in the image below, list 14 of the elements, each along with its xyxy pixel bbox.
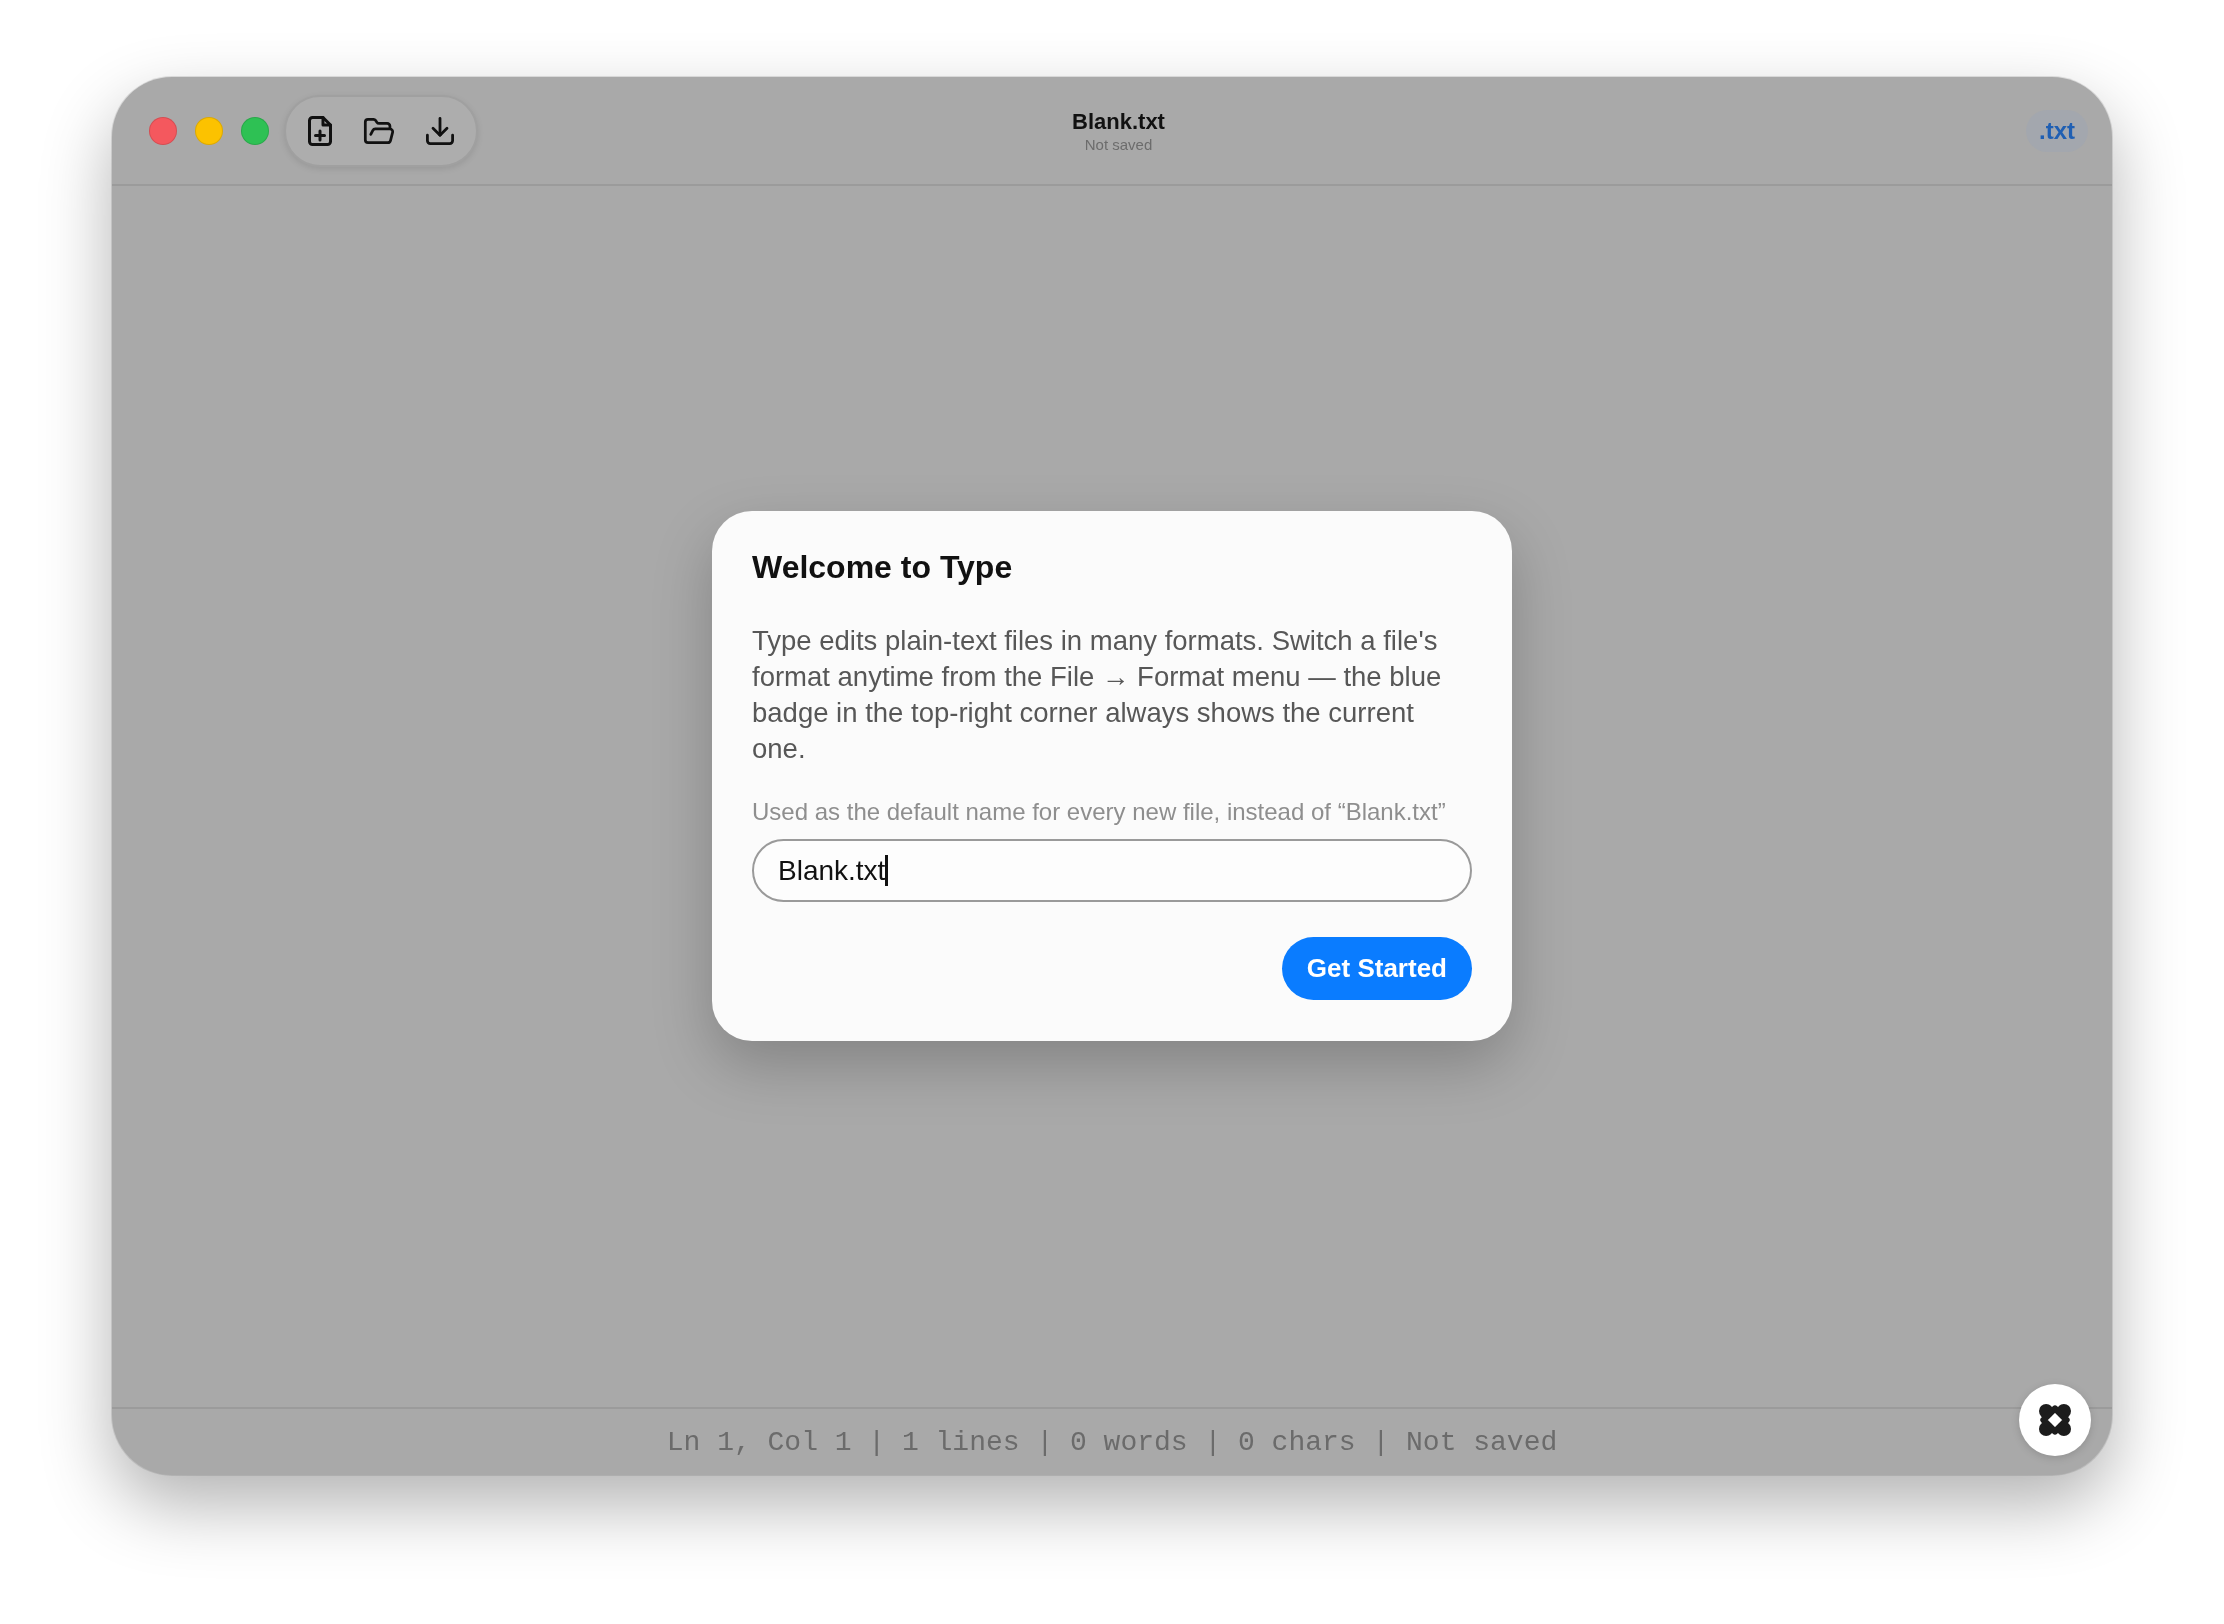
floating-action-button[interactable] <box>2019 1384 2091 1456</box>
status-bar-text: Ln 1, Col 1 | 1 lines | 0 words | 0 chars | Not saved <box>666 1426 1558 1458</box>
filename-field[interactable]: Blank.txt <box>752 839 1472 902</box>
clover-icon <box>2039 1404 2071 1436</box>
field-description: Used as the default name for every new file, instead of “Blank.txt” <box>752 797 1447 827</box>
dialog-text: Type edits plain-text files in many formats. Switch a file's format anytime from the File → Format menu — the blue badge in the top-right corner always shows the current one. <box>752 624 1443 766</box>
file-plus-icon[interactable] <box>308 115 332 146</box>
dialog-title: Welcome to Type <box>752 548 1014 587</box>
window-title: Blank.txt <box>1072 107 1165 135</box>
format-badge[interactable]: .txt <box>2026 109 2088 152</box>
folder-icon[interactable] <box>363 117 395 144</box>
get-started-button[interactable]: Get Started <box>1281 937 1472 1000</box>
download-icon[interactable] <box>426 116 454 145</box>
save-status: Not saved <box>1084 134 1153 154</box>
